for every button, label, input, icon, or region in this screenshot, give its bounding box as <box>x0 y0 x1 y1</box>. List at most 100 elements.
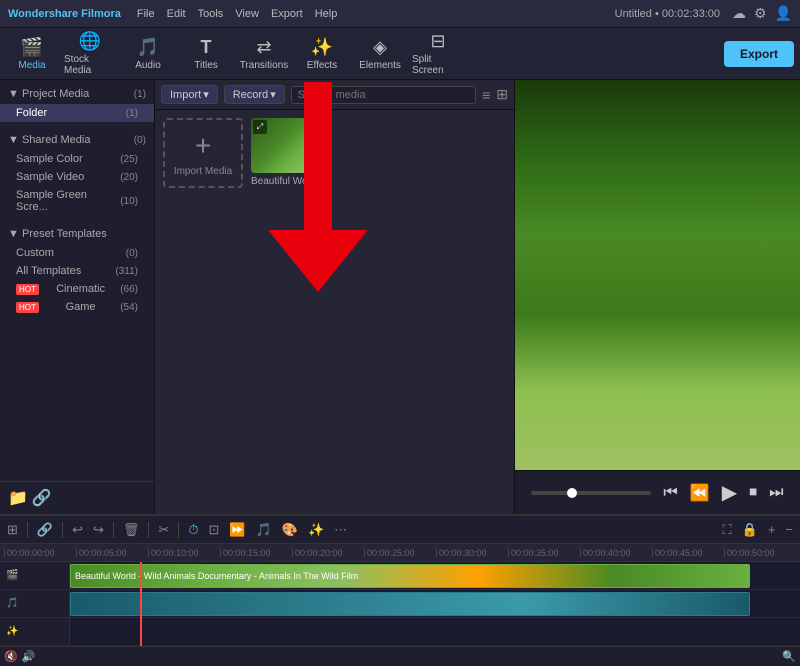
shared-media-section: ▼ Shared Media (0) Sample Color (25) Sam… <box>0 126 154 220</box>
timeline-split-button[interactable]: ✂ <box>155 520 172 540</box>
right-panel: ⏮ ⏪ ▶ ⏹ ⏭ <box>515 80 800 514</box>
timeline-ai-button[interactable]: ✨ <box>305 520 327 540</box>
timeline-color-button[interactable]: 🎨 <box>279 520 301 540</box>
settings-icon[interactable]: ⚙ <box>754 5 767 22</box>
cinematic-item[interactable]: HOT Cinematic (66) <box>0 280 154 298</box>
link-icon[interactable]: 🔗 <box>32 488 52 508</box>
import-label: Import <box>170 89 201 101</box>
timeline-ruler: 00:00:00:00 00:00:05:00 00:00:10:00 00:0… <box>0 544 800 562</box>
filter-icon[interactable]: ≡ <box>482 87 490 103</box>
audio-track-label: 🎵 <box>0 590 70 617</box>
import-media-label: Import Media <box>174 166 232 177</box>
video-track-content[interactable]: Beautiful World - Wild Animals Documenta… <box>70 562 800 589</box>
menu-view[interactable]: View <box>235 8 259 20</box>
tool-media[interactable]: 🎬 Media <box>6 32 58 76</box>
media-item[interactable]: ⤢ ✓ Beautiful World - Wild A... <box>251 118 331 506</box>
volume-button[interactable]: 🔊 <box>22 650 36 663</box>
all-templates-item[interactable]: All Templates (311) <box>0 262 154 280</box>
sample-video-count: (20) <box>120 172 138 183</box>
zoom-timeline-button[interactable]: 🔍 <box>782 650 796 663</box>
cloud-icon[interactable]: ☁ <box>732 5 746 22</box>
timeline-add-track-button[interactable]: ⊞ <box>4 520 21 540</box>
search-input[interactable] <box>291 86 476 104</box>
record-button[interactable]: Record ▾ <box>224 85 285 104</box>
add-icon: + <box>195 130 211 162</box>
all-templates-count: (311) <box>115 266 138 277</box>
audio-clip[interactable] <box>70 592 750 616</box>
preset-templates-header[interactable]: ▼ Preset Templates <box>0 224 154 244</box>
mute-button[interactable]: 🔇 <box>4 650 18 663</box>
timeline-bottom: 🔇 🔊 🔍 <box>0 646 800 666</box>
tool-splitscreen-label: Split Screen <box>412 54 464 76</box>
progress-knob[interactable] <box>567 488 577 498</box>
menu-bar: File Edit Tools View Export Help <box>137 8 337 20</box>
tool-elements[interactable]: ◈ Elements <box>354 32 406 76</box>
game-item[interactable]: HOT Game (54) <box>0 298 154 316</box>
sample-video-item[interactable]: Sample Video (20) <box>0 168 154 186</box>
ruler-mark-0: 00:00:00:00 <box>4 548 76 558</box>
step-back-button[interactable]: ⏪ <box>690 483 710 503</box>
audio-track-content[interactable] <box>70 590 800 617</box>
timeline-audio-button[interactable]: 🎵 <box>253 520 275 540</box>
preset-templates-section: ▼ Preset Templates Custom (0) All Templa… <box>0 220 154 320</box>
timeline-tracks: 🎬 Beautiful World - Wild Animals Documen… <box>0 562 800 646</box>
timeline-zoom-out-button[interactable]: − <box>782 520 796 539</box>
effects-track-content[interactable] <box>70 618 800 645</box>
stock-icon: 🌐 <box>79 31 101 52</box>
menu-file[interactable]: File <box>137 8 155 20</box>
preview-controls: ⏮ ⏪ ▶ ⏹ ⏭ <box>515 470 800 514</box>
tool-stock-label: Stock Media <box>64 54 116 76</box>
tool-transitions[interactable]: ⇄ Transitions <box>238 32 290 76</box>
effects-track-label: ✨ <box>0 618 70 645</box>
shared-media-count: (0) <box>134 135 146 146</box>
timeline-crop-button[interactable]: ⊡ <box>205 520 222 540</box>
add-folder-icon[interactable]: 📁 <box>8 488 28 508</box>
tool-effects[interactable]: ✨ Effects <box>296 32 348 76</box>
media-grid: + Import Media ⤢ ✓ Beautiful World - Wil… <box>155 110 514 514</box>
folder-label: Folder <box>16 107 47 119</box>
splitscreen-icon: ⊟ <box>430 31 445 52</box>
menu-tools[interactable]: Tools <box>198 8 224 20</box>
skip-forward-button[interactable]: ⏭ <box>769 484 783 502</box>
add-media-button[interactable]: + Import Media <box>163 118 243 188</box>
timeline-more-button[interactable]: ⋯ <box>331 520 350 540</box>
timeline-zoom-in-button[interactable]: + <box>765 520 779 539</box>
timeline-undo-button[interactable]: ↩ <box>69 520 86 540</box>
video-track-name: 🎬 <box>6 570 18 581</box>
tool-titles[interactable]: T Titles <box>180 32 232 76</box>
menu-edit[interactable]: Edit <box>167 8 186 20</box>
sample-green-item[interactable]: Sample Green Scre... (10) <box>0 186 154 216</box>
tool-splitscreen[interactable]: ⊟ Split Screen <box>412 32 464 76</box>
timeline-delete-button[interactable]: 🗑 <box>120 520 143 540</box>
export-button[interactable]: Export <box>724 41 794 67</box>
account-icon[interactable]: 👤 <box>775 5 792 22</box>
timeline-lock-button[interactable]: 🔒 <box>739 520 761 540</box>
tool-stock[interactable]: 🌐 Stock Media <box>64 32 116 76</box>
audio-track-name: 🎵 <box>6 598 18 609</box>
menu-export[interactable]: Export <box>271 8 303 20</box>
custom-label: Custom <box>16 247 54 259</box>
preview-progress[interactable] <box>531 491 651 495</box>
timeline-link-button[interactable]: 🔗 <box>34 520 56 540</box>
preview-background <box>515 80 800 470</box>
grid-icon[interactable]: ⊞ <box>496 86 508 103</box>
shared-media-header[interactable]: ▼ Shared Media (0) <box>0 130 154 150</box>
folder-item[interactable]: Folder (1) <box>0 104 154 122</box>
timeline-redo-button[interactable]: ↪ <box>90 520 107 540</box>
custom-item[interactable]: Custom (0) <box>0 244 154 262</box>
timeline-speed-button[interactable]: ⏩ <box>226 520 248 540</box>
timeline-fullscreen-button[interactable]: ⛶ <box>720 520 735 540</box>
middle-panel: Import ▾ Record ▾ ≡ ⊞ + Import Media ⤢ <box>155 80 515 514</box>
tool-audio[interactable]: 🎵 Audio <box>122 32 174 76</box>
timeline-timer-button[interactable]: ⏱ <box>185 520 201 540</box>
cinematic-count: (66) <box>120 284 138 295</box>
project-media-header[interactable]: ▼ Project Media (1) <box>0 84 154 104</box>
play-button[interactable]: ▶ <box>722 480 737 505</box>
import-button[interactable]: Import ▾ <box>161 85 218 104</box>
skip-back-button[interactable]: ⏮ <box>663 484 677 502</box>
stop-button[interactable]: ⏹ <box>749 484 757 502</box>
menu-help[interactable]: Help <box>315 8 338 20</box>
tool-elements-label: Elements <box>359 60 401 71</box>
video-clip[interactable]: Beautiful World - Wild Animals Documenta… <box>70 564 750 588</box>
sample-color-item[interactable]: Sample Color (25) <box>0 150 154 168</box>
